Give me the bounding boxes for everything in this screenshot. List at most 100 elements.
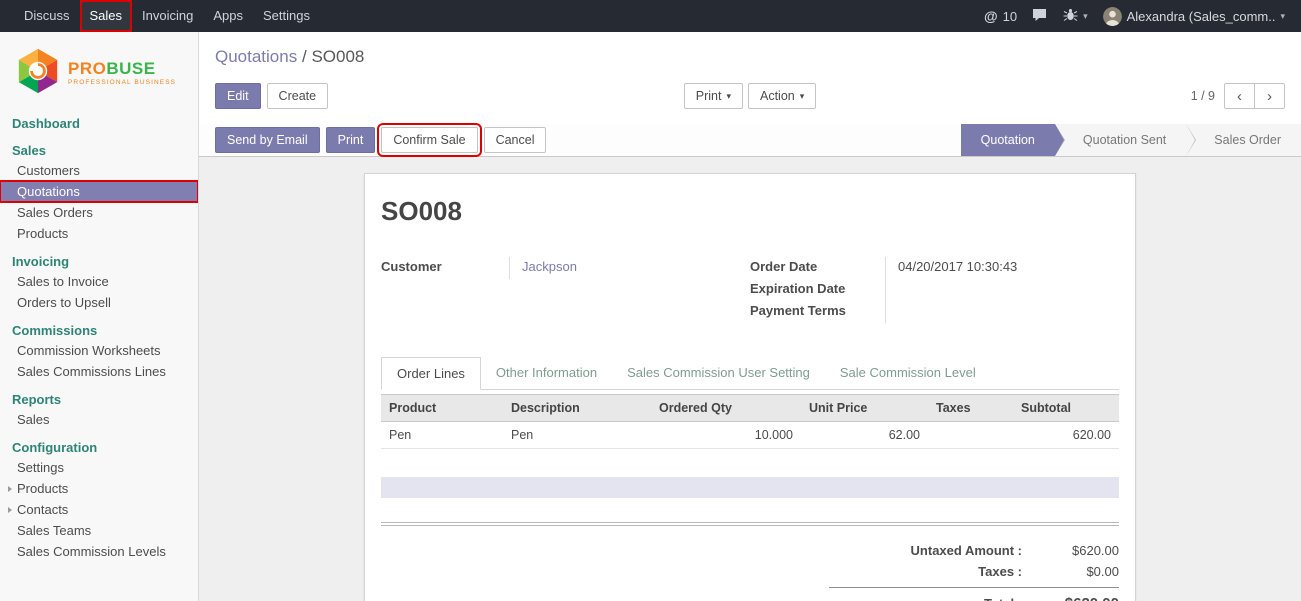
status-step-quotation[interactable]: Quotation [961, 124, 1055, 156]
sidebar-item-sales-orders[interactable]: Sales Orders [0, 202, 198, 223]
cell-description: Pen [503, 422, 651, 449]
pager-next-button[interactable]: › [1254, 83, 1285, 109]
form-statusbar: Send by Email Print Confirm Sale Cancel … [199, 124, 1301, 157]
cell-product[interactable]: Pen [381, 422, 503, 449]
total-value: $620.00 [1034, 595, 1119, 601]
expiration-date-value [885, 279, 1119, 301]
taxes-label: Taxes : [829, 564, 1034, 579]
app-logo[interactable]: PROBUSE PROFESSIONAL BUSINESS [0, 32, 198, 110]
sidebar-item-sales-commissions-lines[interactable]: Sales Commissions Lines [0, 361, 198, 382]
logo-part1: PRO [68, 59, 106, 78]
statusbar-steps: Quotation Quotation Sent Sales Order [961, 124, 1301, 156]
sidebar-header-reports[interactable]: Reports [0, 390, 198, 409]
sidebar-item-orders-to-upsell[interactable]: Orders to Upsell [0, 292, 198, 313]
payment-terms-label: Payment Terms [750, 301, 885, 323]
sidebar-header-configuration[interactable]: Configuration [0, 438, 198, 457]
sidebar: PROBUSE PROFESSIONAL BUSINESS Dashboard … [0, 32, 199, 601]
print-dropdown-label: Print [696, 89, 722, 103]
order-date-label: Order Date [750, 257, 885, 279]
col-subtotal: Subtotal [1013, 395, 1119, 422]
control-panel-buttons: Edit Create Print ▾ Action ▾ 1 / 9 ‹ [215, 82, 1285, 110]
sidebar-header-commissions[interactable]: Commissions [0, 321, 198, 340]
cell-subtotal: 620.00 [1013, 422, 1119, 449]
sidebar-item-config-settings[interactable]: Settings [0, 457, 198, 478]
print-dropdown[interactable]: Print ▾ [684, 83, 743, 109]
avatar [1103, 7, 1122, 26]
section-separator [381, 522, 1119, 526]
edit-button[interactable]: Edit [215, 83, 261, 109]
chevron-down-icon: ▾ [1280, 11, 1285, 22]
sidebar-item-config-products[interactable]: Products [0, 478, 198, 499]
probuse-logo-icon [14, 47, 62, 98]
menu-settings[interactable]: Settings [253, 0, 320, 32]
menu-discuss[interactable]: Discuss [14, 0, 80, 32]
sidebar-item-quotations[interactable]: Quotations [0, 181, 198, 202]
order-lines-table: Product Description Ordered Qty Unit Pri… [381, 394, 1119, 449]
sidebar-item-customers[interactable]: Customers [0, 160, 198, 181]
sidebar-item-reports-sales[interactable]: Sales [0, 409, 198, 430]
tab-other-information[interactable]: Other Information [481, 357, 612, 389]
tab-order-lines[interactable]: Order Lines [381, 357, 481, 390]
expand-caret-icon [8, 507, 12, 513]
breadcrumb-current: SO008 [311, 47, 364, 66]
cell-taxes [928, 422, 1013, 449]
sidebar-item-label: Products [17, 481, 68, 496]
sidebar-item-products[interactable]: Products [0, 223, 198, 244]
activities-menu[interactable]: @ 10 [984, 8, 1017, 24]
col-unit-price: Unit Price [801, 395, 928, 422]
table-header-row: Product Description Ordered Qty Unit Pri… [381, 395, 1119, 422]
menu-invoicing[interactable]: Invoicing [132, 0, 203, 32]
sidebar-item-config-contacts[interactable]: Contacts [0, 499, 198, 520]
sidebar-header-dashboard[interactable]: Dashboard [0, 114, 198, 133]
page-title: SO008 [381, 196, 1119, 227]
user-name: Alexandra (Sales_comm.. [1127, 9, 1276, 24]
expand-caret-icon [8, 486, 12, 492]
messages-menu[interactable] [1032, 8, 1048, 25]
menu-sales[interactable]: Sales [80, 0, 133, 32]
odoo-window: Discuss Sales Invoicing Apps Settings @ … [0, 0, 1301, 601]
chevron-down-icon: ▾ [800, 91, 805, 102]
debug-menu[interactable]: ▾ [1063, 8, 1088, 24]
sidebar-item-commission-worksheets[interactable]: Commission Worksheets [0, 340, 198, 361]
menu-apps[interactable]: Apps [203, 0, 253, 32]
main-area: Quotations / SO008 Edit Create Print ▾ A… [199, 32, 1301, 601]
create-button[interactable]: Create [267, 83, 329, 109]
expiration-date-label: Expiration Date [750, 279, 885, 301]
cancel-button[interactable]: Cancel [484, 127, 547, 153]
sidebar-header-sales[interactable]: Sales [0, 141, 198, 160]
customer-value[interactable]: Jackpson [509, 257, 750, 279]
tab-sale-commission-level[interactable]: Sale Commission Level [825, 357, 991, 389]
table-row[interactable]: Pen Pen 10.000 62.00 620.00 [381, 422, 1119, 449]
sidebar-header-invoicing[interactable]: Invoicing [0, 252, 198, 271]
order-date-value: 04/20/2017 10:30:43 [885, 257, 1119, 279]
send-by-email-button[interactable]: Send by Email [215, 127, 320, 153]
notebook-tabs: Order Lines Other Information Sales Comm… [381, 357, 1119, 390]
action-dropdown[interactable]: Action ▾ [748, 83, 816, 109]
logo-text: PROBUSE PROFESSIONAL BUSINESS [68, 60, 176, 86]
top-navbar: Discuss Sales Invoicing Apps Settings @ … [0, 0, 1301, 32]
field-groups: Customer Jackpson Order Date 04/20/2017 … [381, 257, 1119, 323]
status-step-sales-order[interactable]: Sales Order [1186, 124, 1301, 156]
tab-sales-commission-user-setting[interactable]: Sales Commission User Setting [612, 357, 825, 389]
logo-tagline: PROFESSIONAL BUSINESS [68, 79, 176, 86]
sidebar-nav: Dashboard Sales Customers Quotations Sal… [0, 110, 198, 562]
top-menu: Discuss Sales Invoicing Apps Settings [14, 0, 320, 32]
sidebar-item-sales-commission-levels[interactable]: Sales Commission Levels [0, 541, 198, 562]
at-icon: @ [984, 8, 998, 24]
status-step-quotation-sent[interactable]: Quotation Sent [1055, 124, 1186, 156]
pager-previous-button[interactable]: ‹ [1224, 83, 1255, 109]
form-view: SO008 Customer Jackpson Order Date 04/20… [199, 157, 1301, 601]
breadcrumb-quotations[interactable]: Quotations [215, 47, 297, 66]
sidebar-item-sales-teams[interactable]: Sales Teams [0, 520, 198, 541]
user-menu[interactable]: Alexandra (Sales_comm.. ▾ [1103, 7, 1285, 26]
breadcrumb-separator: / [302, 47, 307, 66]
document-sheet: SO008 Customer Jackpson Order Date 04/20… [364, 173, 1136, 601]
print-button[interactable]: Print [326, 127, 376, 153]
customer-label: Customer [381, 257, 509, 279]
empty-list-placeholder [381, 477, 1119, 498]
sidebar-item-sales-to-invoice[interactable]: Sales to Invoice [0, 271, 198, 292]
sidebar-item-label: Contacts [17, 502, 68, 517]
activities-count: 10 [1003, 9, 1017, 24]
payment-terms-value [885, 301, 1119, 323]
confirm-sale-button[interactable]: Confirm Sale [381, 127, 477, 153]
